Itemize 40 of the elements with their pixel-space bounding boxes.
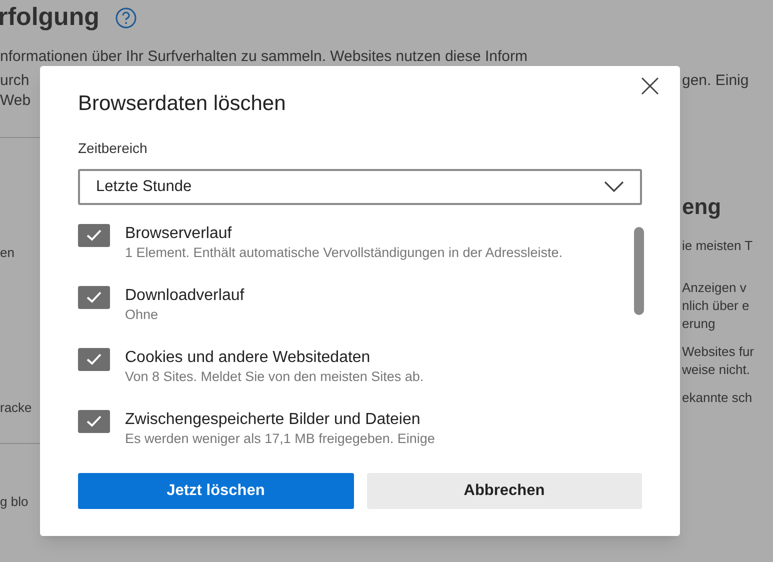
field-label: Zeitbereich <box>78 138 148 158</box>
background-text: nformationen über Ihr Surfverhalten zu sammeln. Websites nutzen diese Inform <box>0 47 528 67</box>
checkmark-icon <box>86 229 102 241</box>
checkmark-icon <box>86 353 102 365</box>
section-heading: eng <box>682 192 722 221</box>
background-text: urch <box>0 70 30 90</box>
time-range-dropdown[interactable]: Letzte Stunde <box>78 168 642 204</box>
help-icon[interactable] <box>115 7 138 29</box>
background-text: Websites fur <box>682 342 756 360</box>
option-label: Downloadverlauf <box>125 286 246 306</box>
option-label: Cookies und andere Websitedaten <box>125 348 372 368</box>
option-description: Ohne <box>125 306 160 324</box>
dialog-title: Browserdaten löschen <box>78 91 286 117</box>
option-label: Zwischengespeicherte Bilder und Dateien <box>125 410 422 430</box>
background-text: Anzeigen v <box>682 278 748 296</box>
background-text: weise nicht. <box>682 360 751 378</box>
background-text: nlich über e <box>682 296 750 314</box>
option-description: Von 8 Sites. Meldet Sie von den meisten Sites ab. <box>125 368 425 386</box>
delete-now-button[interactable]: Jetzt löschen <box>78 472 354 508</box>
background-text: ekannte sch <box>682 388 754 406</box>
background-text: en <box>0 244 16 262</box>
cancel-button[interactable]: Abbrechen <box>366 472 642 508</box>
option-description: 1 Element. Enthält automatische Vervollständigungen in der Adressleiste. <box>125 244 564 262</box>
checkbox[interactable] <box>78 224 110 246</box>
background-text: erung <box>682 314 716 332</box>
background-text: gen. Einig <box>682 70 750 90</box>
checkbox[interactable] <box>78 410 110 432</box>
page-heading: rfolgung <box>0 2 100 34</box>
checkmark-icon <box>86 415 102 427</box>
checkbox[interactable] <box>78 348 110 370</box>
background-text: Web <box>0 90 31 110</box>
chevron-down-icon <box>604 180 624 192</box>
background-text: g blo <box>0 492 30 511</box>
background-text: ie meisten T <box>682 236 754 254</box>
option-label: Browserverlauf <box>125 224 233 244</box>
scrollbar-thumb[interactable] <box>634 226 644 314</box>
checkmark-icon <box>86 291 102 303</box>
checkbox[interactable] <box>78 286 110 308</box>
option-description: Es werden weniger als 17,1 MB freigegeben. Einige <box>125 430 436 448</box>
background-text: racke <box>0 399 33 417</box>
